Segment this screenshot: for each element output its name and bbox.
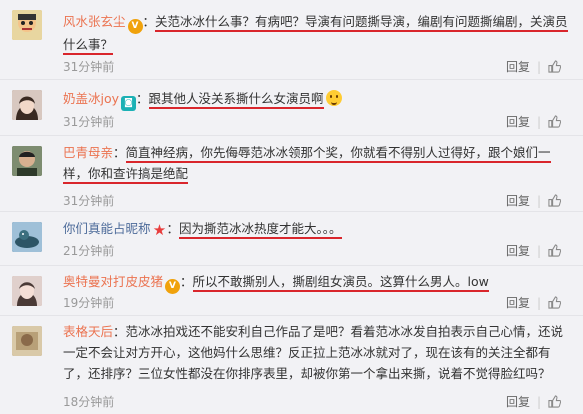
reply-button[interactable]: 回复 xyxy=(506,393,530,410)
comment-username[interactable]: 奶盖冰joy xyxy=(63,91,119,106)
comment-time: 21分钟前 xyxy=(63,244,115,258)
comment-actions: 回复 | xyxy=(506,242,561,259)
comment-text: 因为撕范冰冰热度才能大。。。 xyxy=(179,221,342,239)
like-button[interactable] xyxy=(548,295,561,310)
comment-text-block: 表格天后：范冰冰拍戏还不能安利自己作品了是吧？看着范冰冰发自拍表示自己心情，还说… xyxy=(63,324,564,381)
comment-text-block: 巴青母亲：简直神经病，你先侮辱范冰冰领那个奖，你就看不得别人过得好，跟个娘们一样… xyxy=(63,142,573,184)
avatar[interactable] xyxy=(12,276,42,306)
thumbs-up-icon xyxy=(548,114,561,128)
comment-body: 巴青母亲：简直神经病，你先侮辱范冰冰领那个奖，你就看不得别人过得好，跟个娘们一样… xyxy=(63,142,573,184)
comment-body: 奥特曼对打皮皮猪 V ：所以不敢撕别人，撕剧组女演员。这算什么男人。low xyxy=(63,271,573,294)
comment-item: 巴青母亲：简直神经病，你先侮辱范冰冰领那个奖，你就看不得别人过得好，跟个娘们一样… xyxy=(0,136,583,212)
thumbs-up-icon xyxy=(548,193,561,207)
comment-body: 风水张玄尘 V ：关范冰冰什么事？有病吧？导演有问题撕导演，编剧有问题撕编剧，关演员… xyxy=(63,11,573,55)
comment-actions: 回复 | xyxy=(506,113,561,130)
comment-text-block: 你们真能占昵称 ★：因为撕范冰冰热度才能大。。。 xyxy=(63,221,342,239)
comment-item: 表格天后：范冰冰拍戏还不能安利自己作品了是吧？看着范冰冰发自拍表示自己心情，还说… xyxy=(0,316,583,414)
comment-actions: 回复 | xyxy=(506,58,561,75)
comment-text: 简直神经病，你先侮辱范冰冰领那个奖，你就看不得别人过得好，跟个娘们一样，你和查许… xyxy=(63,145,551,184)
comment-actions: 回复 | xyxy=(506,393,561,410)
avatar[interactable] xyxy=(12,326,42,356)
comment-item: 奶盖冰joy ◙ ：跟其他人没关系撕什么女演员啊 31分钟前 回复 | xyxy=(0,80,583,136)
avatar[interactable] xyxy=(12,222,42,252)
avatar[interactable] xyxy=(12,10,42,40)
comment-text: 所以不敢撕别人，撕剧组女演员。这算什么男人。low xyxy=(192,274,489,292)
comment-username[interactable]: 表格天后 xyxy=(63,324,113,339)
thumbs-up-icon xyxy=(548,243,561,257)
comment-body: 你们真能占昵称 ★：因为撕范冰冰热度才能大。。。 xyxy=(63,218,573,239)
comment-time: 19分钟前 xyxy=(63,296,115,310)
like-button[interactable] xyxy=(548,243,561,258)
comment-text-block: 奶盖冰joy ◙ ：跟其他人没关系撕什么女演员啊 xyxy=(63,88,573,111)
comment-actions: 回复 | xyxy=(506,192,561,209)
comment-body: 表格天后：范冰冰拍戏还不能安利自己作品了是吧？看着范冰冰发自拍表示自己心情，还说… xyxy=(63,321,573,384)
comment-time: 31分钟前 xyxy=(63,115,115,129)
comment-text: 跟其他人没关系撕什么女演员啊 xyxy=(148,91,324,109)
comment-text-block: 奥特曼对打皮皮猪 V ：所以不敢撕别人，撕剧组女演员。这算什么男人。low xyxy=(63,271,573,294)
thumbs-up-icon xyxy=(548,59,561,73)
comment-time: 31分钟前 xyxy=(63,60,115,74)
avatar[interactable] xyxy=(12,90,42,120)
reply-button[interactable]: 回复 xyxy=(506,294,530,311)
comment-item: 风水张玄尘 V ：关范冰冰什么事？有病吧？导演有问题撕导演，编剧有问题撕编剧，关演员… xyxy=(0,0,583,80)
reply-button[interactable]: 回复 xyxy=(506,242,530,259)
reply-button[interactable]: 回复 xyxy=(506,192,530,209)
like-button[interactable] xyxy=(548,394,561,409)
star-badge-icon: ★ xyxy=(152,221,167,239)
comment-username[interactable]: 巴青母亲 xyxy=(63,145,113,160)
reply-button[interactable]: 回复 xyxy=(506,113,530,130)
comment-body: 奶盖冰joy ◙ ：跟其他人没关系撕什么女演员啊 xyxy=(63,88,573,111)
comment-time: 31分钟前 xyxy=(63,194,115,208)
thumbs-up-icon xyxy=(548,295,561,309)
comment-username[interactable]: 你们真能占昵称 xyxy=(63,221,151,236)
vip-badge-icon: V xyxy=(127,19,143,34)
camera-badge-icon: ◙ xyxy=(121,96,137,111)
avatar[interactable] xyxy=(12,146,42,176)
comment-item: 你们真能占昵称 ★：因为撕范冰冰热度才能大。。。 21分钟前 回复 | xyxy=(0,212,583,266)
vip-badge-icon: V xyxy=(165,279,181,294)
smirk-emoji-icon xyxy=(325,90,342,106)
comment-text: 范冰冰拍戏还不能安利自己作品了是吧？看着范冰冰发自拍表示自己心情，还说一定不会让… xyxy=(63,324,564,381)
reply-button[interactable]: 回复 xyxy=(506,58,530,75)
comment-actions: 回复 | xyxy=(506,294,561,311)
thumbs-up-icon xyxy=(548,394,561,408)
like-button[interactable] xyxy=(548,59,561,74)
comment-text-block: 风水张玄尘 V ：关范冰冰什么事？有病吧？导演有问题撕导演，编剧有问题撕编剧，关演员… xyxy=(63,11,573,55)
comment-time: 18分钟前 xyxy=(63,395,115,409)
comment-item: 奥特曼对打皮皮猪 V ：所以不敢撕别人，撕剧组女演员。这算什么男人。low 19分钟… xyxy=(0,266,583,316)
comment-username[interactable]: 风水张玄尘 xyxy=(63,14,126,29)
like-button[interactable] xyxy=(548,193,561,208)
comment-list: 风水张玄尘 V ：关范冰冰什么事？有病吧？导演有问题撕导演，编剧有问题撕编剧，关演员… xyxy=(0,0,583,414)
like-button[interactable] xyxy=(548,114,561,129)
comment-username[interactable]: 奥特曼对打皮皮猪 xyxy=(63,274,163,289)
